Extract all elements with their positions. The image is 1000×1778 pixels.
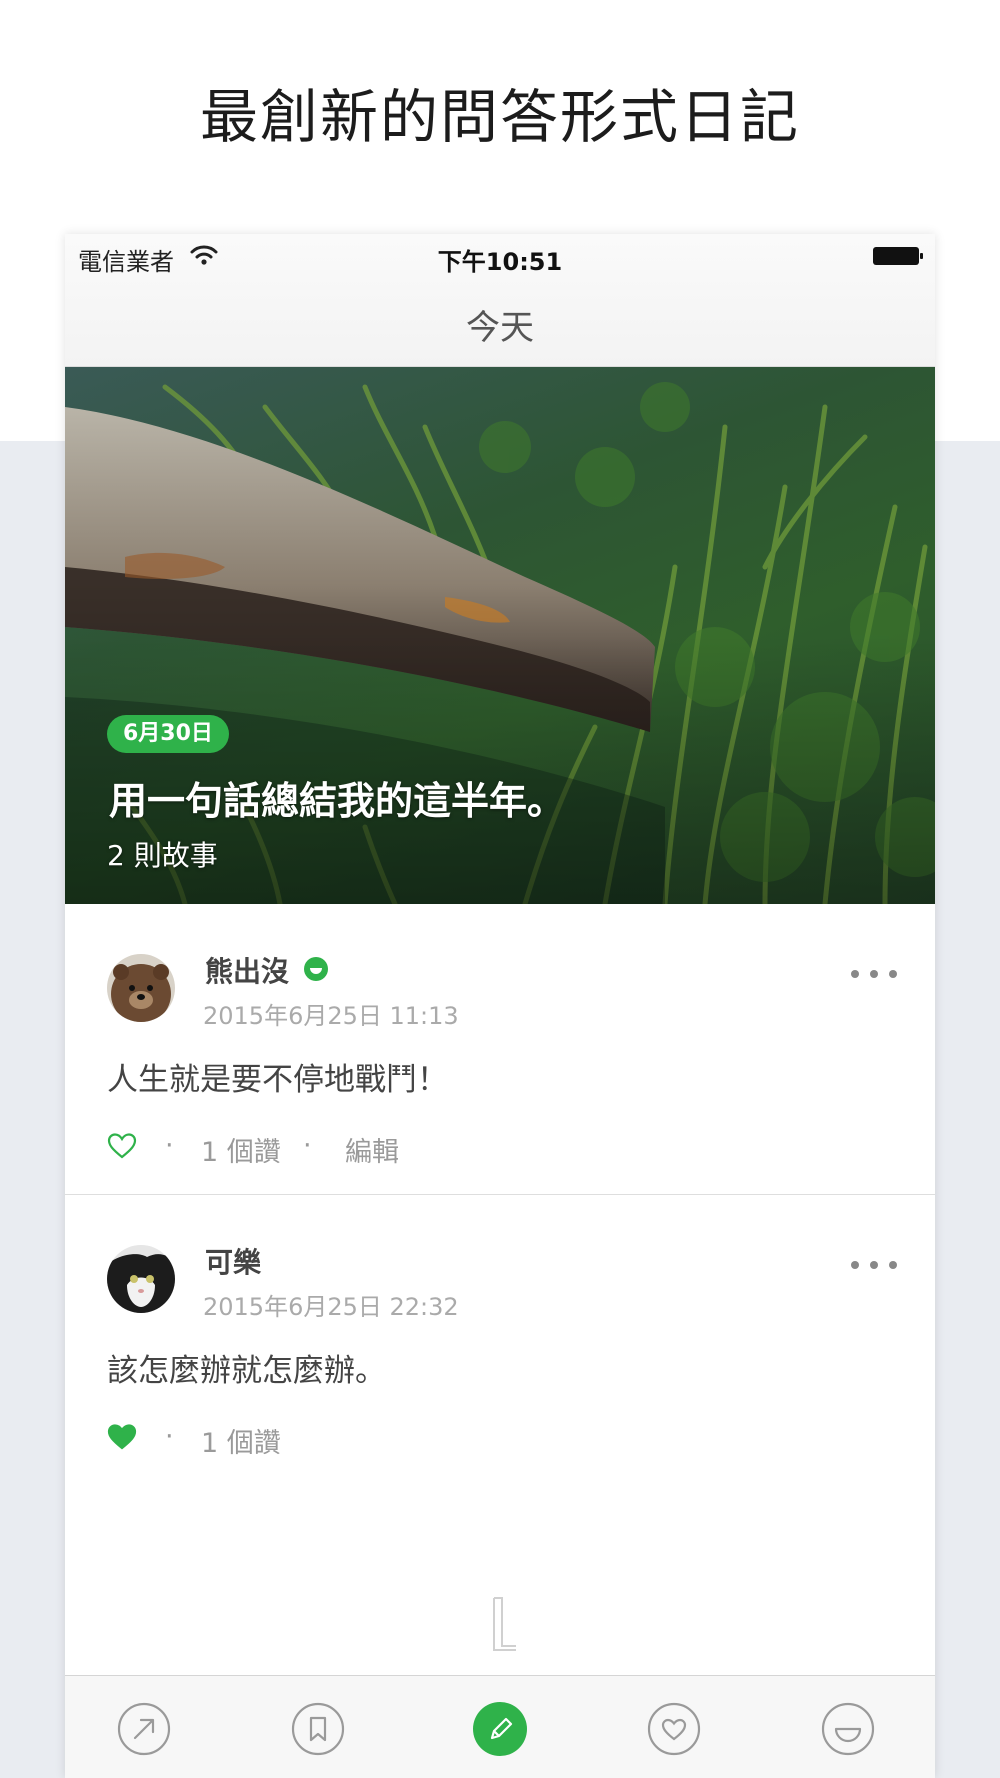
post-actions: · 1 個讚 (107, 1421, 407, 1460)
phone-screen: 電信業者 下午10:51 今天 6月30日 用一句話總結我的這半年。 2 則故事… (65, 234, 935, 1778)
bookmark-icon[interactable] (291, 1702, 345, 1756)
bear-face-image (107, 954, 175, 1022)
story-count: 2 則故事 (107, 839, 218, 872)
more-options-button[interactable] (851, 1257, 897, 1273)
share-arrow-icon[interactable] (117, 1702, 171, 1756)
answer-text: 人生就是要不停地戰鬥！ (107, 1062, 448, 1098)
liked-heart-icon[interactable] (107, 1423, 137, 1451)
author-name[interactable]: 熊出沒 (205, 950, 289, 990)
date-badge: 6月30日 (107, 715, 229, 753)
post-actions: · 1 個讚 · 編輯 (107, 1130, 507, 1169)
answer-card: 可樂 2015年6月25日 22:32 該怎麼辦就怎麼辦。 · 1 個讚 (65, 1195, 935, 1485)
promo-headline: 最創新的問答形式日記 (199, 83, 800, 151)
like-count[interactable]: 1 個讚 (201, 1421, 281, 1460)
cat-face-image (107, 1245, 175, 1313)
heart-icon[interactable] (647, 1702, 701, 1756)
post-timestamp: 2015年6月25日 11:13 (203, 1002, 459, 1030)
page-title: 今天 (466, 308, 534, 348)
cat-avatar[interactable] (107, 1245, 175, 1313)
bear-avatar[interactable] (107, 954, 175, 1022)
pencil-icon[interactable] (473, 1702, 527, 1756)
answer-card: 熊出沒 2015年6月25日 11:13 人生就是要不停地戰鬥！ · 1 個讚 … (65, 904, 935, 1195)
more-options-button[interactable] (851, 966, 897, 982)
status-time: 下午10:51 (437, 248, 563, 276)
edit-link[interactable]: 編輯 (345, 1130, 399, 1169)
smile-icon[interactable] (821, 1702, 875, 1756)
author-name[interactable]: 可樂 (205, 1241, 261, 1281)
separator-dot: · (303, 1130, 312, 1161)
question-title: 用一句話總結我的這半年。 (109, 779, 566, 823)
like-heart-icon[interactable] (107, 1132, 137, 1160)
question-hero[interactable]: 6月30日 用一句話總結我的這半年。 2 則故事 (65, 367, 935, 904)
answer-text: 該怎麼辦就怎麼辦。 (107, 1353, 386, 1389)
top-bar: 電信業者 下午10:51 今天 (65, 234, 935, 367)
like-count[interactable]: 1 個讚 (201, 1130, 281, 1169)
member-badge-icon (304, 957, 328, 981)
separator-dot: · (165, 1130, 174, 1161)
separator-dot: · (165, 1421, 174, 1452)
end-of-list-icon (493, 1597, 516, 1651)
tab-bar (65, 1675, 935, 1778)
battery-icon (873, 247, 923, 265)
post-timestamp: 2015年6月25日 22:32 (203, 1293, 459, 1321)
